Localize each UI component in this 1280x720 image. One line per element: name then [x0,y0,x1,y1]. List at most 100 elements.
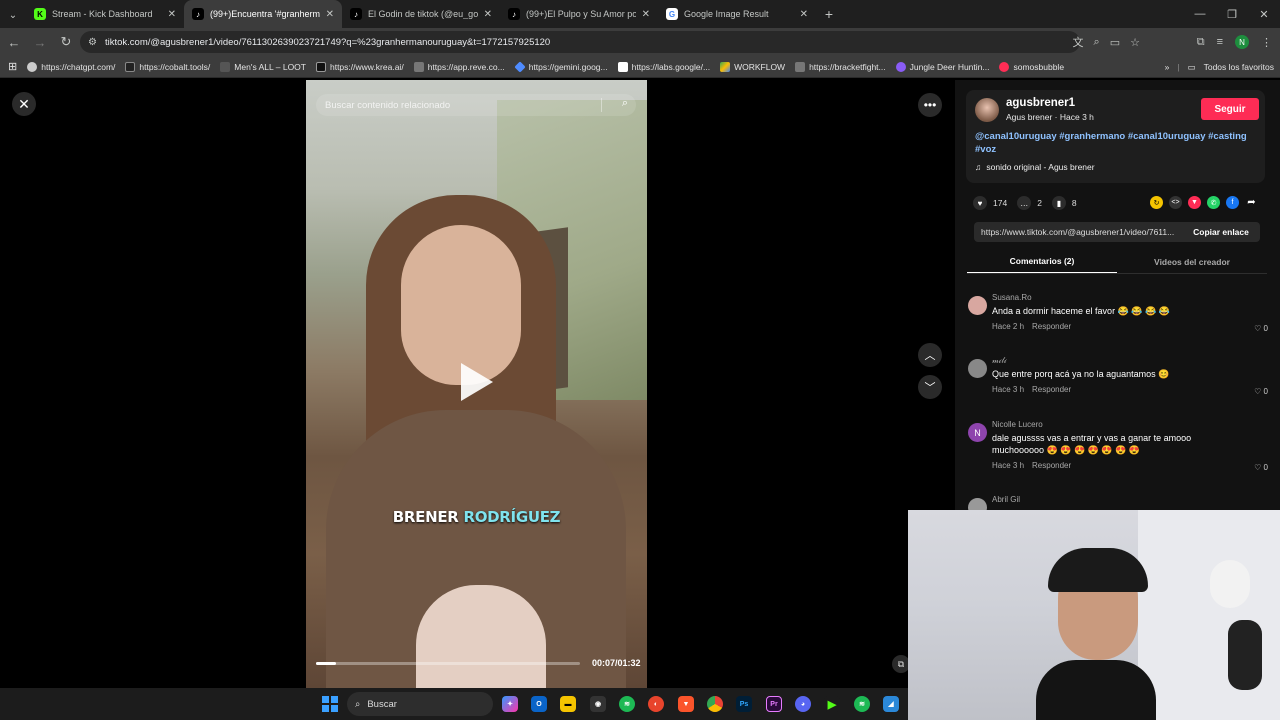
comment-like-button[interactable]: ♡ 0 [1254,387,1268,396]
address-bar[interactable]: ⚙ tiktok.com/@agusbrener1/video/76113026… [80,31,1080,53]
more-options-button[interactable]: ••• [918,93,942,117]
reply-link[interactable]: Responder [1032,461,1071,470]
obs-icon[interactable]: ◉ [590,696,606,712]
bookmark-item[interactable]: https://chatgpt.com/ [22,61,120,72]
close-tab-icon[interactable]: ✕ [326,9,334,20]
close-window-icon[interactable]: ✕ [1248,0,1280,28]
profile-avatar[interactable]: N [1235,35,1249,49]
translate-icon[interactable]: 文 [1073,34,1084,50]
video-link[interactable]: https://www.tiktok.com/@agusbrener1/vide… [974,227,1184,237]
copy-link-button[interactable]: Copiar enlace [1182,222,1260,242]
bookmark-item[interactable]: https://gemini.goog... [510,60,613,73]
all-bookmarks-link[interactable]: Todos los favoritos [1204,62,1274,72]
restore-icon[interactable]: ❐ [1216,0,1248,28]
bookmark-star-icon[interactable]: ☆ [1130,36,1140,49]
save-button[interactable]: ▮ 8 [1051,196,1077,210]
username[interactable]: agusbrener1 [1006,97,1075,109]
site-info-icon[interactable]: ⚙ [88,37,97,48]
copilot-icon[interactable]: ✦ [502,696,518,712]
tab-comments[interactable]: Comentarios (2) [967,250,1117,273]
bookmark-item[interactable]: https://app.reve.co... [409,61,510,72]
bookmark-item[interactable]: somosbubble [994,61,1069,72]
bookmark-item[interactable]: https://labs.google/... [613,61,715,72]
kick-icon[interactable]: ▶ [824,696,840,712]
close-tab-icon[interactable]: ✕ [642,9,650,20]
video-progress-bar[interactable] [316,662,580,665]
app-icon[interactable]: ◐ [648,696,664,712]
close-tab-icon[interactable]: ✕ [800,9,808,20]
bookmark-item[interactable]: https://bracketfight... [790,61,891,72]
bookmark-item[interactable]: Jungle Deer Huntin... [891,61,995,72]
avatar[interactable] [968,359,987,378]
spotify-icon[interactable]: ≋ [619,696,635,712]
photoshop-icon[interactable]: Ps [736,696,752,712]
sound-link[interactable]: ♫ sonido original - Agus brener [975,162,1095,172]
whatsapp-icon[interactable]: ✆ [1207,196,1220,209]
tab-creator-videos[interactable]: Videos del creador [1117,250,1267,273]
hashtags[interactable]: @canal10uruguay #granhermano #canal10uru… [975,130,1260,156]
file-explorer-icon[interactable]: ▬ [560,696,576,712]
app-icon[interactable]: ◢ [883,696,899,712]
facebook-icon[interactable]: f [1226,196,1239,209]
bookmark-item[interactable]: WORKFLOW [715,61,790,72]
close-tab-icon[interactable]: ✕ [168,9,176,20]
zoom-icon[interactable]: ⌕ [1094,36,1100,49]
tab-search-icon[interactable]: ⌄ [0,2,26,28]
reply-link[interactable]: Responder [1032,385,1071,394]
more-bookmarks-icon[interactable]: » [1165,62,1170,72]
repost-icon[interactable]: ↻ [1150,196,1163,209]
comment-like-button[interactable]: ♡ 0 [1254,324,1268,333]
tab-tiktok-godin[interactable]: ♪ El Godin de tiktok (@eu_godin ✕ [342,0,500,28]
comment-button[interactable]: … 2 [1017,196,1042,210]
avatar[interactable] [975,98,999,122]
comment-author[interactable]: Nicolle Lucero [992,420,1043,429]
reply-link[interactable]: Responder [1032,322,1071,331]
send-icon[interactable]: ▼ [1188,196,1201,209]
discord-icon[interactable]: ◕ [795,696,811,712]
premiere-icon[interactable]: Pr [766,696,782,712]
tiktok-icon: ♪ [192,8,204,20]
comment-author[interactable]: 𝓂𝒾𝓁𝒾 [992,356,1007,366]
share-arrow-icon[interactable]: ➦ [1245,196,1258,209]
apps-icon[interactable]: ⊞ [0,60,22,73]
close-video-button[interactable]: ✕ [12,92,36,116]
tab-tiktok-pulpo[interactable]: ♪ (99+)El Pulpo y Su Amor por el ✕ [500,0,658,28]
new-tab-button[interactable]: + [816,0,842,28]
spotify-icon[interactable]: ≋ [854,696,870,712]
taskbar-search[interactable]: ⌕ Buscar [347,692,493,716]
bookmark-item[interactable]: https://www.krea.ai/ [311,61,409,72]
embed-icon[interactable]: <> [1169,196,1182,209]
tab-tiktok-active[interactable]: ♪ (99+)Encuentra '#granhermano ✕ [184,0,342,28]
tab-google-image[interactable]: G Google Image Result ✕ [658,0,816,28]
bookmark-item[interactable]: https://cobalt.tools/ [120,61,215,72]
forward-icon[interactable]: → [28,30,52,54]
bookmark-item[interactable]: Men's ALL – LOOT [215,61,311,72]
minimize-icon[interactable]: — [1184,0,1216,28]
brave-icon[interactable]: ▼ [678,696,694,712]
back-icon[interactable]: ← [2,30,26,54]
webcam-person-body [1036,660,1156,720]
windows-start-icon[interactable] [322,696,338,712]
comment-like-button[interactable]: ♡ 0 [1254,463,1268,472]
video-player[interactable]: Buscar contenido relacionado ⌕ BRENER RO… [306,80,647,688]
cast-icon[interactable]: ▭ [1110,36,1120,49]
follow-button[interactable]: Seguir [1201,98,1259,120]
avatar[interactable]: N [968,423,987,442]
like-button[interactable]: ♥ 174 [973,196,1007,210]
outlook-icon[interactable]: O [531,696,547,712]
comment-author[interactable]: Abril Gil [992,495,1020,504]
previous-video-button[interactable]: ︿ [918,343,942,367]
play-icon[interactable] [461,363,493,401]
search-icon[interactable]: ⌕ [622,97,628,110]
chrome-icon[interactable] [707,696,723,712]
close-tab-icon[interactable]: ✕ [484,9,492,20]
next-video-button[interactable]: ﹀ [918,375,942,399]
extensions-icon[interactable]: ⧉ [1197,36,1205,49]
menu-icon[interactable]: ⋮ [1261,36,1272,49]
related-search-input[interactable]: Buscar contenido relacionado ⌕ [316,94,636,116]
avatar[interactable] [968,296,987,315]
tab-kick[interactable]: K Stream - Kick Dashboard ✕ [26,0,184,28]
reload-icon[interactable]: ↻ [54,30,78,54]
comment-author[interactable]: Susana.Ro [992,293,1032,302]
media-icon[interactable]: ≡ [1217,36,1223,48]
